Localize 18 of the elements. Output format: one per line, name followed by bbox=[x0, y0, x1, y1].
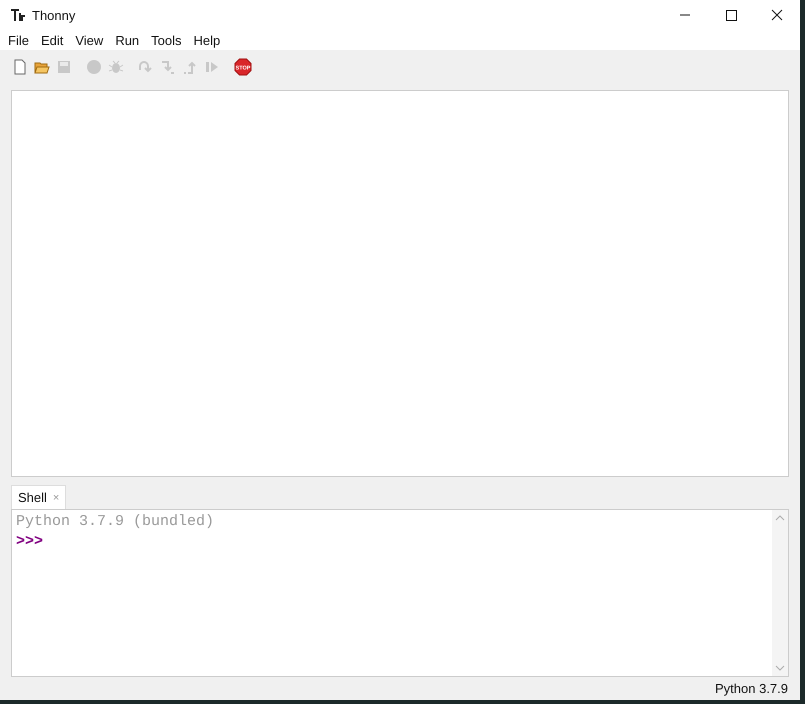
shell-prompt: >>> bbox=[16, 532, 44, 552]
status-text: Python 3.7.9 bbox=[715, 681, 788, 696]
scroll-up-icon[interactable] bbox=[775, 514, 785, 522]
shell-output: Python 3.7.9 (bundled) bbox=[16, 512, 216, 532]
shell-panel[interactable]: Python 3.7.9 (bundled) >>> bbox=[11, 509, 789, 677]
app-logo-icon bbox=[10, 7, 26, 23]
menu-item[interactable]: File bbox=[2, 32, 35, 48]
new-file-icon[interactable] bbox=[12, 59, 28, 75]
shell-tab[interactable]: Shell × bbox=[11, 485, 66, 509]
menu-item[interactable]: Help bbox=[188, 32, 226, 48]
scrollbar[interactable] bbox=[772, 510, 788, 676]
menu-item[interactable]: Tools bbox=[145, 32, 188, 48]
menu-item[interactable]: View bbox=[69, 32, 110, 48]
menu-item[interactable]: Edit bbox=[34, 32, 70, 48]
menu-item[interactable]: Run bbox=[109, 32, 146, 48]
editor-area[interactable] bbox=[11, 90, 789, 477]
scroll-down-icon[interactable] bbox=[775, 664, 785, 672]
window-title: Thonny bbox=[32, 8, 76, 22]
